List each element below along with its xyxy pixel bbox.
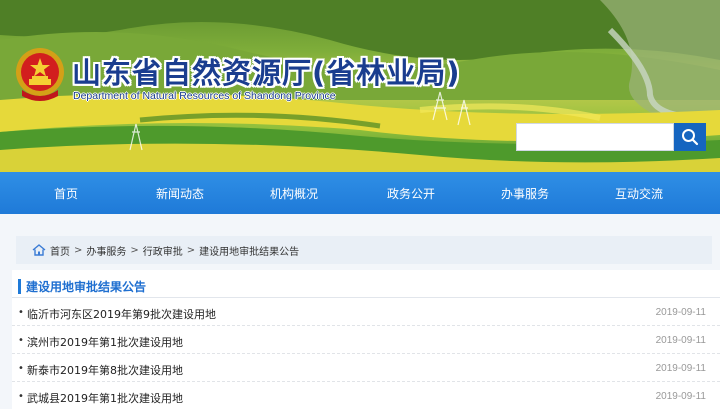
bullet-icon: •: [18, 307, 24, 318]
list-item-date: 2019-09-11: [655, 335, 706, 346]
breadcrumb-home[interactable]: 首页: [50, 243, 70, 258]
list-item[interactable]: • 临沂市河东区2019年第9批次建设用地 2019-09-11: [12, 298, 720, 326]
nav-item-interaction[interactable]: 互动交流: [588, 185, 690, 202]
national-emblem-icon: [16, 48, 64, 101]
announcement-list: • 临沂市河东区2019年第9批次建设用地 2019-09-11 • 滨州市20…: [12, 298, 720, 409]
breadcrumb-separator: >: [74, 244, 83, 256]
list-item[interactable]: • 滨州市2019年第1批次建设用地 2019-09-11: [12, 326, 720, 354]
bullet-icon: •: [18, 363, 24, 374]
section-accent-bar: [18, 279, 21, 294]
list-item-title[interactable]: 临沂市河东区2019年第9批次建设用地: [27, 306, 216, 322]
breadcrumb-separator: >: [186, 244, 196, 256]
bullet-icon: •: [18, 335, 24, 346]
main-nav: 首页 新闻动态 机构概况 政务公开 办事服务 互动交流: [0, 172, 720, 214]
list-item-title[interactable]: 武城县2019年第1批次建设用地: [27, 390, 183, 406]
home-icon: [32, 244, 46, 256]
list-item-title[interactable]: 滨州市2019年第1批次建设用地: [27, 334, 183, 350]
breadcrumb-current: 建设用地审批结果公告: [199, 246, 300, 258]
search-input[interactable]: [516, 123, 674, 151]
nav-item-news[interactable]: 新闻动态: [132, 185, 228, 202]
main-content: 首页 > 办事服务 > 行政审批 > 建设用地审批结果公告 建设用地审批结果公告…: [0, 214, 720, 409]
section-title: 建设用地审批结果公告: [26, 280, 147, 294]
nav-item-home[interactable]: 首页: [0, 185, 132, 202]
section-header: 建设用地审批结果公告: [12, 270, 720, 298]
list-item-title[interactable]: 新泰市2019年第8批次建设用地: [27, 362, 183, 378]
search-button[interactable]: [674, 123, 706, 151]
list-item-date: 2019-09-11: [655, 307, 706, 318]
breadcrumb-separator: >: [130, 244, 139, 256]
nav-item-services[interactable]: 办事服务: [462, 185, 588, 202]
site-subtitle: Department of Natural Resources of Shand…: [73, 90, 336, 102]
list-item-date: 2019-09-11: [655, 363, 706, 374]
bullet-icon: •: [18, 391, 24, 402]
announcement-panel: 建设用地审批结果公告 • 临沂市河东区2019年第9批次建设用地 2019-09…: [12, 270, 720, 409]
header-banner: 山东省自然资源厅(省林业局) Department of Natural Res…: [0, 0, 720, 172]
nav-item-government-affairs[interactable]: 政务公开: [360, 185, 462, 202]
breadcrumb-services[interactable]: 办事服务: [86, 243, 126, 258]
site-title: 山东省自然资源厅(省林业局): [72, 56, 461, 90]
breadcrumb: 首页 > 办事服务 > 行政审批 > 建设用地审批结果公告: [16, 236, 712, 264]
list-item[interactable]: • 武城县2019年第1批次建设用地 2019-09-11: [12, 382, 720, 409]
nav-item-organization[interactable]: 机构概况: [228, 185, 360, 202]
search-icon: [682, 129, 699, 146]
list-item[interactable]: • 新泰市2019年第8批次建设用地 2019-09-11: [12, 354, 720, 382]
list-item-date: 2019-09-11: [655, 391, 706, 402]
breadcrumb-administrative-approval[interactable]: 行政审批: [143, 243, 183, 258]
